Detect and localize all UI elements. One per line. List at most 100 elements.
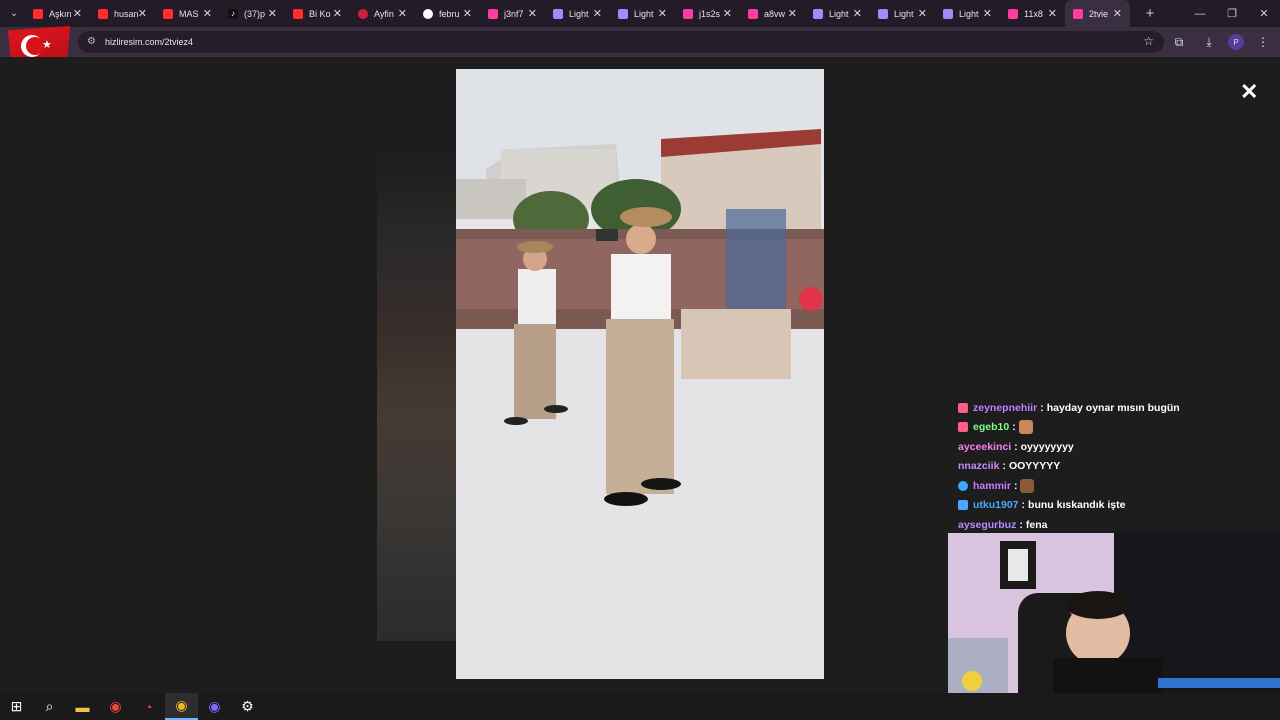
profile-avatar[interactable]: P [1228,34,1244,50]
tab[interactable]: husan ✕ [90,0,155,27]
youtube-icon [98,8,108,19]
chat-username: hammir [973,479,1011,492]
site-icon [358,8,368,19]
chat-username: utku1907 [973,499,1019,512]
chat-text: bunu kıskandık işte [1028,499,1126,512]
close-window-icon[interactable]: ✕ [1248,0,1280,27]
close-tab-icon[interactable]: ✕ [593,7,602,20]
chat-text: OOYYYYY [1008,460,1061,473]
badge-icon [958,402,968,413]
close-tab-icon[interactable]: ✕ [1048,7,1057,20]
tab[interactable]: a8vw ✕ [740,0,805,27]
close-tab-icon[interactable]: ✕ [138,7,147,20]
close-tab-icon[interactable]: ✕ [73,7,82,20]
tab[interactable]: MAS ✕ [155,0,220,27]
tab[interactable]: Light ✕ [805,0,870,27]
badge-icon [958,422,968,433]
site-info-icon[interactable]: ⚙ [87,36,99,48]
feather-icon [813,8,823,19]
app-icon[interactable]: ◔ [132,693,165,720]
tab-search-button[interactable]: ⌄ [3,4,25,24]
badge-icon [958,500,968,511]
close-tab-icon[interactable]: ✕ [333,7,342,20]
chat-username: nnazciik [958,460,1000,473]
tiktok-icon: ♪ [228,8,238,19]
close-tab-icon[interactable]: ✕ [918,7,927,20]
chat-separator: : [1012,421,1016,434]
emote-icon [1020,478,1035,493]
close-tab-icon[interactable]: ✕ [528,7,537,20]
close-tab-icon[interactable]: ✕ [203,7,212,20]
tab-active[interactable]: 2tvie ✕ [1065,0,1130,27]
close-tab-icon[interactable]: ✕ [463,7,472,20]
restore-icon[interactable]: ❐ [1216,0,1248,27]
chat-separator: : [1002,460,1006,473]
chat-text: fena [1025,518,1048,531]
window-controls: — ❐ ✕ [1184,0,1280,27]
chat-message: aysegurbuz : fena [958,515,1278,535]
feather-icon [553,8,563,19]
webcam-illustration [948,533,1280,720]
tab[interactable]: febru ✕ [415,0,480,27]
badge-icon [958,480,968,491]
chat-text: hayday oynar mısın bugün [1046,401,1180,414]
chrome-profile-icon[interactable]: ◉ [198,693,231,720]
hash-icon [683,8,693,19]
chat-username: zeynepnehiir [973,401,1038,414]
chat-separator: : [1019,518,1023,531]
tab[interactable]: Light ✕ [610,0,675,27]
previous-photo[interactable] [377,135,457,641]
settings-gear-icon[interactable]: ⚙ [231,693,264,720]
feather-icon [618,8,628,19]
tab[interactable]: ♪ (37)p ✕ [220,0,285,27]
tab[interactable]: j3nf7 ✕ [480,0,545,27]
bookmark-star-icon[interactable]: ☆ [1143,34,1154,48]
tab[interactable]: Aşkın ✕ [25,0,90,27]
chat-message: zeynepnehiir : hayday oynar mısın bugün [958,398,1278,418]
close-tab-icon[interactable]: ✕ [268,7,277,20]
chrome-active-icon[interactable]: ◉ [165,693,198,720]
tab[interactable]: Light ✕ [870,0,935,27]
new-tab-button[interactable]: + [1138,5,1162,22]
address-bar[interactable]: ⚙ hizliresim.com/2tviez4 ☆ [78,31,1164,53]
chat-separator: : [1040,401,1044,414]
hash-icon [1008,8,1018,19]
tab[interactable]: 11x8 ✕ [1000,0,1065,27]
tab[interactable]: Light ✕ [935,0,1000,27]
chat-separator: : [1013,479,1018,492]
feather-icon [878,8,888,19]
close-tab-icon[interactable]: ✕ [398,7,407,20]
chat-message: nnazciik : OOYYYYY [958,457,1278,477]
close-tab-icon[interactable]: ✕ [788,7,797,20]
tab[interactable]: Light ✕ [545,0,610,27]
youtube-icon [33,8,43,19]
close-icon[interactable]: ✕ [1240,79,1258,105]
url-text[interactable]: hizliresim.com/2tviez4 [105,37,193,47]
close-tab-icon[interactable]: ✕ [723,7,732,20]
photo-illustration [456,69,824,679]
chrome-icon[interactable]: ◉ [99,693,132,720]
close-tab-icon[interactable]: ✕ [1113,7,1122,20]
main-photo [456,69,824,679]
minimize-icon[interactable]: — [1184,0,1216,27]
file-explorer-icon[interactable]: ▬ [66,693,99,720]
search-icon[interactable]: ⌕ [33,693,66,720]
chat-username: egeb10 [973,421,1010,434]
webcam-overlay [948,533,1280,720]
menu-kebab-icon[interactable]: ⋮ [1252,31,1274,53]
youtube-icon [163,8,173,19]
close-tab-icon[interactable]: ✕ [658,7,667,20]
chat-separator: : [1014,440,1018,453]
extensions-icon[interactable]: ⧉ [1168,31,1190,53]
close-tab-icon[interactable]: ✕ [983,7,992,20]
tab[interactable]: j1s2s ✕ [675,0,740,27]
chat-username: ayceekinci [958,440,1012,453]
tab[interactable]: Ayfin ✕ [350,0,415,27]
chat-separator: : [1021,499,1026,512]
windows-start-icon[interactable]: ⊞ [0,693,33,720]
chat-username: aysegurbuz [958,518,1017,531]
close-tab-icon[interactable]: ✕ [853,7,862,20]
feather-icon [943,8,953,19]
download-icon[interactable]: ⤓ [1198,31,1220,53]
tab[interactable]: Bi Ko ✕ [285,0,350,27]
